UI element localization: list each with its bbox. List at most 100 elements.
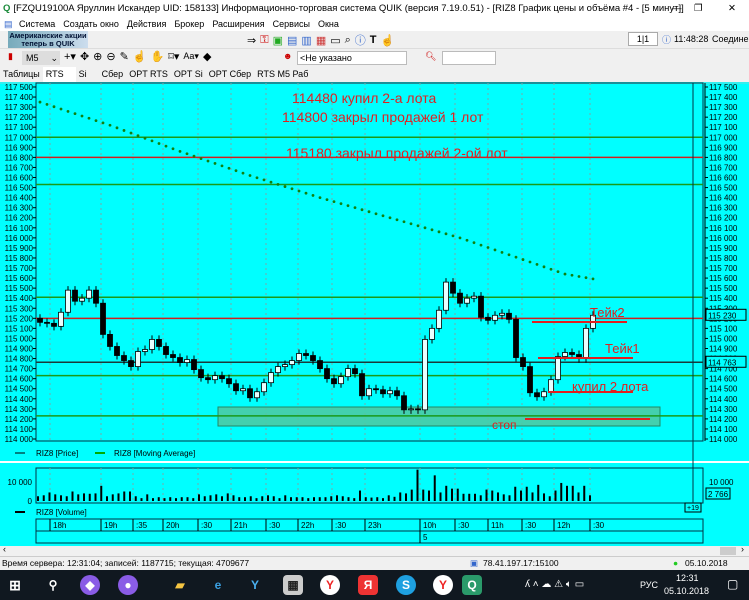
skype-icon[interactable]: S xyxy=(396,575,416,595)
scroll-right-icon[interactable]: › xyxy=(741,544,744,554)
table2-icon[interactable]: ▥ xyxy=(301,34,311,47)
tab-tables[interactable]: Таблицы xyxy=(0,67,43,82)
volume-bar xyxy=(123,491,126,501)
ma-dot xyxy=(395,218,399,222)
quik-task-icon[interactable]: Q xyxy=(462,575,482,595)
maximize-button[interactable]: ❐ xyxy=(694,0,703,18)
arrow-icon[interactable]: ⇒ xyxy=(247,34,256,47)
volume-bar xyxy=(462,493,465,501)
menu-windows[interactable]: Окна xyxy=(318,19,339,29)
account-select[interactable]: <Не указано xyxy=(297,51,407,65)
ma-dot xyxy=(311,194,315,197)
tray-icons[interactable]: ʎ ˄ ☁ ⚠ 🔈︎ ▭ xyxy=(525,579,584,590)
menu-create-window[interactable]: Создать окно xyxy=(63,19,119,29)
font-icon[interactable]: Aa▾ xyxy=(183,51,199,62)
volume-bar xyxy=(152,498,154,501)
text-icon[interactable]: T xyxy=(370,34,377,46)
notifications-icon[interactable]: ▢ xyxy=(727,577,738,591)
pointer-hand-icon[interactable]: ☝ xyxy=(133,50,147,63)
tray-time[interactable]: 12:31 xyxy=(676,573,699,583)
candle xyxy=(345,368,351,378)
search-input[interactable] xyxy=(442,51,496,65)
search-icon[interactable]: 🔍︎ xyxy=(425,51,436,62)
find-icon[interactable]: ⌕ xyxy=(345,34,351,47)
chart-window[interactable]: 117 500 117 500 117 400 117 400 117 300 117 3… xyxy=(0,82,749,546)
rect-icon[interactable]: ⌑▾ xyxy=(168,50,179,63)
volume-bar xyxy=(479,495,482,501)
hand-icon[interactable]: ☝ xyxy=(381,34,395,47)
tray-date[interactable]: 05.10.2018 xyxy=(664,586,709,596)
ma-dot xyxy=(507,253,511,257)
table3-icon[interactable]: ▦ xyxy=(316,34,326,47)
y-tick-label-right: 114 000 xyxy=(709,435,738,444)
volume-bar xyxy=(215,494,218,501)
annotation-text: Тейк2 xyxy=(590,305,625,320)
candle xyxy=(198,369,204,379)
fill-icon[interactable]: ◆ xyxy=(203,50,211,63)
volume-bar xyxy=(393,496,396,501)
alice-icon[interactable]: ◆ xyxy=(80,575,100,595)
pencil-icon[interactable]: ✎ xyxy=(120,50,129,63)
y-tick-label-right: 117 200 xyxy=(709,113,738,122)
menu-broker[interactable]: Брокер xyxy=(174,19,204,29)
tab-opt-rts[interactable]: OPT RTS xyxy=(126,67,171,82)
network-icon: ▣ xyxy=(470,558,479,568)
menu-system[interactable]: Система xyxy=(19,19,55,29)
volume-bar xyxy=(370,497,373,501)
yandex-icon[interactable]: Я xyxy=(358,575,378,595)
time-label: 20h xyxy=(166,521,179,530)
y-tick-label-right: 114 600 xyxy=(709,375,738,384)
scroll-left-icon[interactable]: ‹ xyxy=(3,544,6,554)
y-tick-label: 116 000 xyxy=(5,234,34,243)
tab-rts[interactable]: RTS xyxy=(42,67,76,82)
volume-bar xyxy=(186,497,189,501)
info-icon[interactable]: ⓘ xyxy=(355,32,366,48)
y-tick-label: 114 300 xyxy=(5,405,34,414)
close-button[interactable]: ✕ xyxy=(728,0,736,18)
menu-extensions[interactable]: Расширения xyxy=(212,19,264,29)
zoom-out-icon[interactable]: ⊖ xyxy=(106,50,115,63)
ma-dot xyxy=(192,154,196,158)
green-arrow-icon[interactable]: ▣ xyxy=(273,34,283,47)
menu-services[interactable]: Сервисы xyxy=(273,19,310,29)
price-volume-chart[interactable]: 117 500 117 500117 400 117 400117 300 117 3… xyxy=(0,82,749,546)
scroll-thumb[interactable] xyxy=(720,547,736,555)
tab-opt-sber[interactable]: OPT Сбер xyxy=(206,67,254,82)
tab-si[interactable]: Si xyxy=(76,67,99,82)
move-icon[interactable]: ✥ xyxy=(80,50,89,63)
candle xyxy=(86,289,92,299)
table-icon[interactable]: ▤ xyxy=(287,34,297,47)
tray-language[interactable]: РУС xyxy=(640,580,658,590)
ma-dot xyxy=(367,210,371,214)
print-icon[interactable]: ▭ xyxy=(330,34,340,47)
windows-start-icon[interactable]: ⊞ xyxy=(5,575,25,595)
candle xyxy=(387,390,393,395)
grab-hand-icon[interactable]: ✋ xyxy=(151,50,165,63)
candle xyxy=(394,390,400,397)
file-explorer-icon[interactable]: ▰ xyxy=(170,575,190,595)
y-tick-label: 116 500 xyxy=(5,184,34,193)
menu-actions[interactable]: Действия xyxy=(127,19,166,29)
key-icon[interactable]: ⚿ xyxy=(260,34,268,47)
zoom-in-icon[interactable]: ⊕ xyxy=(93,50,102,63)
yandex-browser2-icon[interactable]: Y xyxy=(433,575,453,595)
candle xyxy=(37,317,43,323)
volume-bar xyxy=(525,486,528,501)
y-tick-label-right: 117 000 xyxy=(709,133,738,142)
y-app-icon[interactable]: Y xyxy=(245,575,265,595)
calculator-icon[interactable]: ▦ xyxy=(283,575,303,595)
tab-sber[interactable]: Сбер xyxy=(99,67,127,82)
search-task-icon[interactable]: ⚲ xyxy=(43,575,63,595)
tab-rts-m5[interactable]: RTS M5 Раб xyxy=(254,67,311,82)
yandex-browser-icon[interactable]: Y xyxy=(320,575,340,595)
ie-icon[interactable]: e xyxy=(208,575,228,595)
crosshair-icon[interactable]: +▾ xyxy=(64,50,76,63)
chart-icon[interactable]: ▮ xyxy=(8,51,13,62)
ad-banner[interactable]: Американские акции теперь в QUIK xyxy=(8,31,88,48)
tab-opt-si[interactable]: OPT Si xyxy=(171,67,206,82)
interval-select[interactable]: M5 ⌄ xyxy=(22,51,60,65)
minimize-button[interactable]: — xyxy=(672,0,682,18)
microphone-icon[interactable]: ● xyxy=(118,575,138,595)
volume-bar xyxy=(353,498,356,501)
horizontal-scrollbar[interactable]: ‹ › xyxy=(0,544,749,556)
